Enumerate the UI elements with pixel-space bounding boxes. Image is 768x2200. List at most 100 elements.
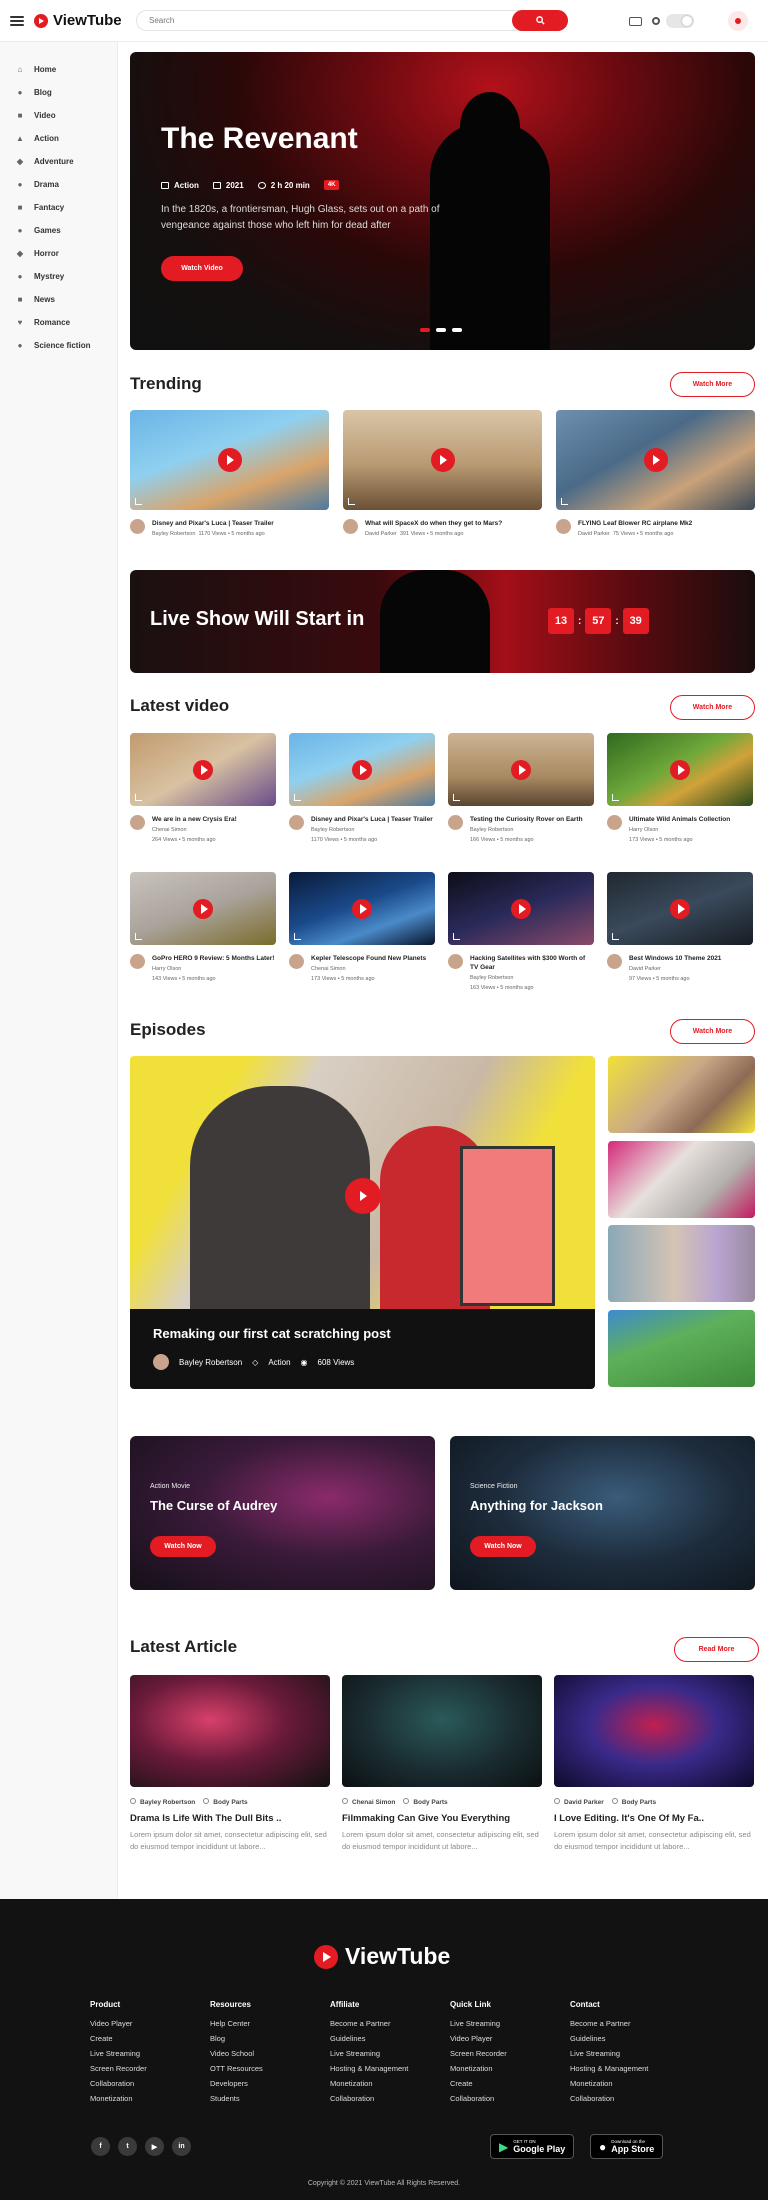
user-avatar-button[interactable] bbox=[728, 11, 748, 31]
video-thumbnail[interactable] bbox=[289, 872, 435, 945]
sidebar-item-romance[interactable]: ♥ Romance bbox=[0, 311, 117, 334]
sidebar-item-blog[interactable]: ● Blog bbox=[0, 81, 117, 104]
video-title[interactable]: What will SpaceX do when they get to Mar… bbox=[365, 519, 502, 528]
theme-toggle[interactable] bbox=[666, 14, 694, 28]
episode-thumbnail[interactable] bbox=[608, 1225, 755, 1302]
expand-icon[interactable] bbox=[612, 933, 619, 940]
play-icon[interactable] bbox=[511, 898, 531, 919]
play-icon[interactable] bbox=[511, 759, 531, 780]
video-thumbnail[interactable] bbox=[343, 410, 542, 510]
footer-link[interactable]: Monetization bbox=[90, 2091, 147, 2106]
latest-video-card[interactable]: Testing the Curiosity Rover on Earth Bayl… bbox=[448, 733, 594, 844]
footer-link[interactable]: Screen Recorder bbox=[450, 2046, 507, 2061]
video-title[interactable]: GoPro HERO 9 Review: 5 Months Later! bbox=[152, 954, 274, 963]
footer-link[interactable]: Guidelines bbox=[570, 2031, 648, 2046]
article-card[interactable]: Chenai Simon Body Parts Filmmaking Can Giv… bbox=[342, 1675, 542, 1853]
footer-link[interactable]: Collaboration bbox=[450, 2091, 507, 2106]
footer-link[interactable]: Hosting & Management bbox=[330, 2061, 408, 2076]
video-thumbnail[interactable] bbox=[607, 872, 753, 945]
article-title[interactable]: Filmmaking Can Give You Everything bbox=[342, 1813, 542, 1824]
trending-video-card[interactable]: What will SpaceX do when they get to Mar… bbox=[343, 410, 542, 538]
trending-video-card[interactable]: FLYING Leaf Blower RC airplane Mk2 David … bbox=[556, 410, 755, 538]
video-title[interactable]: Disney and Pixar's Luca | Teaser Trailer bbox=[152, 519, 274, 528]
play-icon[interactable] bbox=[430, 448, 455, 472]
sidebar-item-video[interactable]: ■ Video bbox=[0, 104, 117, 127]
expand-icon[interactable] bbox=[294, 933, 301, 940]
video-author[interactable]: Chenai Simon bbox=[311, 965, 426, 973]
article-card[interactable]: Bayley Robertson Body Parts Drama Is Life … bbox=[130, 1675, 330, 1853]
watch-now-button[interactable]: Watch Now bbox=[150, 1536, 216, 1557]
video-title[interactable]: Ultimate Wild Animals Collection bbox=[629, 815, 730, 824]
expand-icon[interactable] bbox=[135, 933, 142, 940]
video-author[interactable]: Bayley Robertson bbox=[152, 531, 195, 537]
footer-link[interactable]: Live Streaming bbox=[330, 2046, 408, 2061]
video-author[interactable]: David Parker bbox=[578, 531, 610, 537]
watch-now-button[interactable]: Watch Now bbox=[470, 1536, 536, 1557]
video-author[interactable]: Harry Olson bbox=[152, 965, 274, 973]
footer-link[interactable]: OTT Resources bbox=[210, 2061, 263, 2076]
watch-video-button[interactable]: Watch Video bbox=[161, 256, 243, 281]
latest-video-card[interactable]: Hacking Satellites with $300 Worth of TV… bbox=[448, 872, 594, 992]
carousel-dot[interactable] bbox=[420, 328, 430, 332]
sidebar-item-fantacy[interactable]: ■ Fantacy bbox=[0, 196, 117, 219]
video-author[interactable]: David Parker bbox=[629, 965, 721, 973]
trending-watch-more-button[interactable]: Watch More bbox=[670, 372, 755, 397]
footer-link[interactable]: Monetization bbox=[570, 2076, 648, 2091]
video-title[interactable]: Disney and Pixar's Luca | Teaser Trailer bbox=[311, 815, 433, 824]
latest-watch-more-button[interactable]: Watch More bbox=[670, 695, 755, 720]
footer-link[interactable]: Students bbox=[210, 2091, 263, 2106]
sidebar-item-horror[interactable]: ◆ Horror bbox=[0, 242, 117, 265]
sidebar-item-action[interactable]: ▲ Action bbox=[0, 127, 117, 150]
article-card[interactable]: David Parker Body Parts I Love Editing. It… bbox=[554, 1675, 754, 1853]
latest-video-card[interactable]: Kepler Telescope Found New Planets Chenai… bbox=[289, 872, 435, 983]
sidebar-item-news[interactable]: ■ News bbox=[0, 288, 117, 311]
logo[interactable]: ViewTube bbox=[34, 12, 122, 29]
featured-episode[interactable]: Remaking our first cat scratching post B… bbox=[130, 1056, 595, 1389]
footer-link[interactable]: Collaboration bbox=[330, 2091, 408, 2106]
video-author[interactable]: David Parker bbox=[365, 531, 397, 537]
footer-link[interactable]: Video Player bbox=[450, 2031, 507, 2046]
facebook-icon[interactable]: f bbox=[91, 2137, 110, 2156]
camera-icon[interactable] bbox=[629, 16, 642, 26]
video-thumbnail[interactable] bbox=[130, 410, 329, 510]
footer-link[interactable]: Monetization bbox=[450, 2061, 507, 2076]
sidebar-item-drama[interactable]: ● Drama bbox=[0, 173, 117, 196]
article-tag[interactable]: Body Parts bbox=[611, 1798, 656, 1806]
play-icon[interactable] bbox=[670, 898, 690, 919]
app-store-button[interactable]: ● Download on the App Store bbox=[590, 2134, 664, 2159]
article-title[interactable]: I Love Editing. It's One Of My Fa.. bbox=[554, 1813, 754, 1824]
youtube-icon[interactable]: ▶ bbox=[145, 2137, 164, 2156]
episode-thumbnail[interactable] bbox=[608, 1056, 755, 1133]
play-icon[interactable] bbox=[670, 759, 690, 780]
video-author[interactable]: Bayley Robertson bbox=[470, 826, 583, 834]
expand-icon[interactable] bbox=[135, 498, 142, 505]
read-more-button[interactable]: Read More bbox=[674, 1637, 759, 1662]
video-thumbnail[interactable] bbox=[556, 410, 755, 510]
article-author[interactable]: David Parker bbox=[554, 1798, 604, 1806]
video-title[interactable]: FLYING Leaf Blower RC airplane Mk2 bbox=[578, 519, 692, 528]
menu-icon[interactable] bbox=[10, 15, 24, 26]
video-title[interactable]: Kepler Telescope Found New Planets bbox=[311, 954, 426, 963]
footer-link[interactable]: Live Streaming bbox=[450, 2016, 507, 2031]
video-title[interactable]: Testing the Curiosity Rover on Earth bbox=[470, 815, 583, 824]
sidebar-item-science-fiction[interactable]: ● Science fiction bbox=[0, 334, 117, 357]
video-author[interactable]: Chenai Simon bbox=[152, 826, 237, 834]
expand-icon[interactable] bbox=[294, 794, 301, 801]
video-author[interactable]: Bayley Robertson bbox=[470, 974, 594, 982]
sidebar-item-games[interactable]: ● Games bbox=[0, 219, 117, 242]
twitter-icon[interactable]: t bbox=[118, 2137, 137, 2156]
video-thumbnail[interactable] bbox=[448, 872, 594, 945]
footer-link[interactable]: Create bbox=[90, 2031, 147, 2046]
play-icon[interactable] bbox=[217, 448, 242, 472]
article-image[interactable] bbox=[130, 1675, 330, 1787]
video-thumbnail[interactable] bbox=[130, 733, 276, 806]
video-thumbnail[interactable] bbox=[607, 733, 753, 806]
play-icon[interactable] bbox=[344, 1177, 381, 1214]
sidebar-item-home[interactable]: ⌂ Home bbox=[0, 58, 117, 81]
play-icon[interactable] bbox=[643, 448, 668, 472]
footer-link[interactable]: Monetization bbox=[330, 2076, 408, 2091]
footer-link[interactable]: Screen Recorder bbox=[90, 2061, 147, 2076]
footer-link[interactable]: Collaboration bbox=[90, 2076, 147, 2091]
footer-link[interactable]: Create bbox=[450, 2076, 507, 2091]
article-tag[interactable]: Body Parts bbox=[203, 1798, 248, 1806]
